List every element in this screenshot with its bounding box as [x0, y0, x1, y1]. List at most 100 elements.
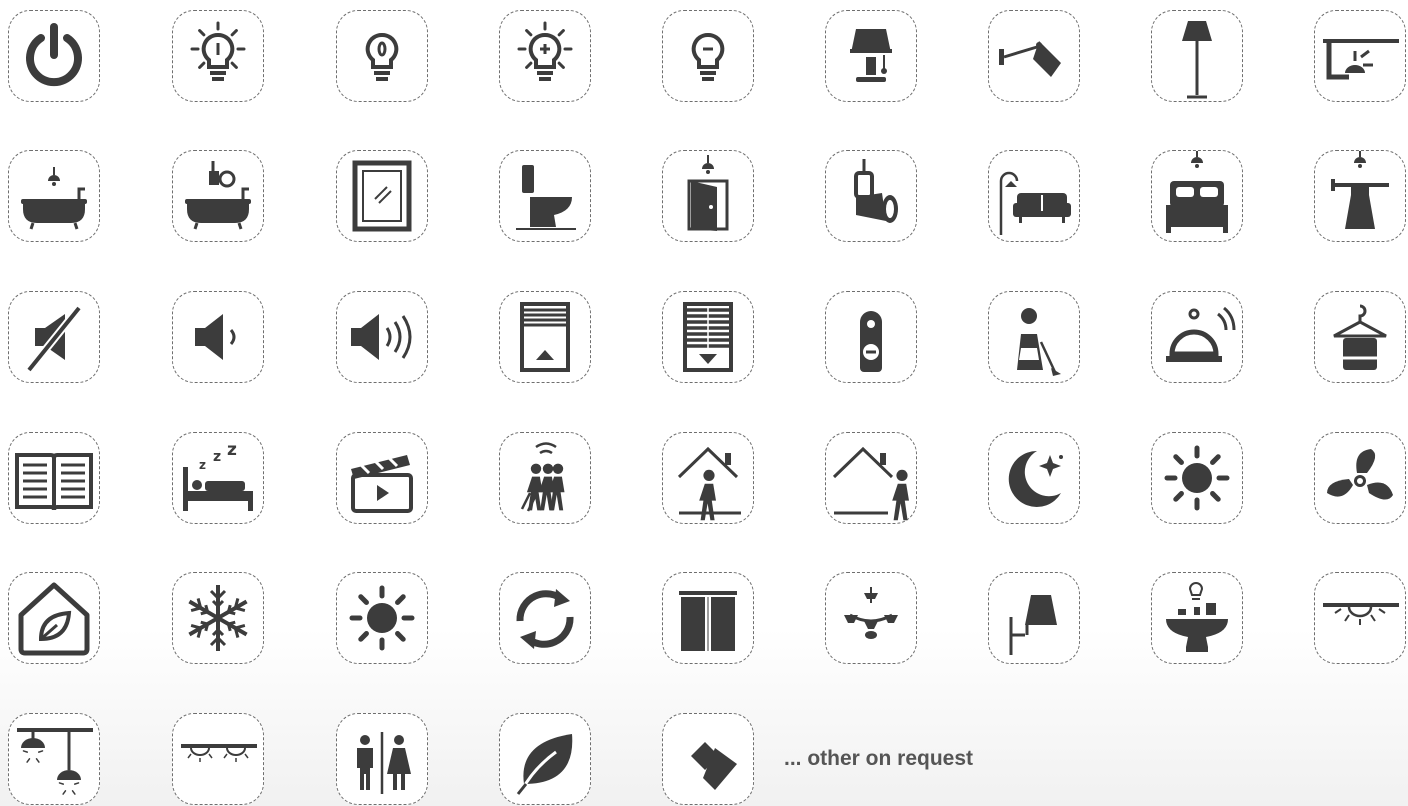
eco-home-tile[interactable] [8, 572, 100, 664]
refresh-tile[interactable] [499, 572, 591, 664]
day-mode-icon [1164, 445, 1230, 511]
brightness-up-icon [517, 21, 573, 81]
bedroom-bed-icon [1166, 151, 1228, 233]
mirror-icon [352, 160, 412, 232]
housekeeping-icon [1017, 308, 1061, 376]
wall-lamp-tile[interactable] [988, 572, 1080, 664]
door-light-tile[interactable] [662, 150, 754, 242]
wall-lamp-icon [1009, 595, 1057, 655]
curtains-tile[interactable] [662, 572, 754, 664]
service-bell-tile[interactable] [1151, 291, 1243, 383]
ceiling-light-icon [1323, 39, 1399, 80]
night-mode-icon [1008, 450, 1063, 507]
brightness-up-tile[interactable] [499, 10, 591, 102]
laundry-hanger-icon [1333, 304, 1387, 370]
spotlight-tile[interactable] [825, 150, 917, 242]
bathtub-pendant-tile[interactable] [8, 150, 100, 242]
wardrobe-hanger-light-icon [1331, 151, 1389, 229]
sleep-tile[interactable]: zzz [172, 432, 264, 524]
sun-tile[interactable] [336, 572, 428, 664]
bedroom-bed-tile[interactable] [1151, 150, 1243, 242]
volume-low-tile[interactable] [172, 291, 264, 383]
leaf-icon [516, 734, 573, 795]
power-icon [26, 23, 82, 87]
floor-lamp-icon [1182, 21, 1212, 99]
ceiling-downlight-icon [1323, 603, 1399, 625]
projector-icon [691, 742, 737, 790]
living-room-sofa-icon [999, 171, 1071, 235]
projector-tile[interactable] [662, 713, 754, 805]
do-not-disturb-tile[interactable] [825, 291, 917, 383]
service-bell-icon [1166, 306, 1236, 362]
mirror-tile[interactable] [336, 150, 428, 242]
movie-clapper-tile[interactable] [336, 432, 428, 524]
brightness-down-icon [691, 32, 725, 81]
track-lights-icon [181, 744, 257, 762]
night-mode-tile[interactable] [988, 432, 1080, 524]
snowflake-icon [188, 585, 248, 651]
svg-text:z: z [227, 440, 237, 460]
light-bulb-dimmer-icon [190, 21, 246, 81]
spotlight-icon [854, 159, 898, 223]
toilet-tile[interactable] [499, 150, 591, 242]
volume-high-tile[interactable] [336, 291, 428, 383]
chandelier-icon [844, 587, 898, 639]
power-tile[interactable] [8, 10, 100, 102]
open-book-icon [15, 453, 93, 511]
mute-icon [25, 305, 83, 373]
motion-sensor-tile[interactable] [499, 432, 591, 524]
fan-icon [1327, 449, 1393, 500]
sleep-icon: zzz [183, 440, 253, 511]
ceiling-light-tile[interactable] [1314, 10, 1406, 102]
leaf-tile[interactable] [499, 713, 591, 805]
sun-icon [349, 585, 415, 651]
wall-spotlight-tile[interactable] [988, 10, 1080, 102]
table-lamp-icon [850, 29, 892, 82]
dining-table-icon [1166, 582, 1228, 652]
curtains-icon [679, 591, 737, 651]
ceiling-downlight-tile[interactable] [1314, 572, 1406, 664]
housekeeping-tile[interactable] [988, 291, 1080, 383]
blinds-up-tile[interactable] [499, 291, 591, 383]
brightness-down-tile[interactable] [662, 10, 754, 102]
wall-spotlight-icon [999, 41, 1061, 77]
pendant-lights-tile[interactable] [8, 713, 100, 805]
do-not-disturb-icon [860, 311, 882, 372]
blinds-down-tile[interactable] [662, 291, 754, 383]
fan-tile[interactable] [1314, 432, 1406, 524]
snowflake-tile[interactable] [172, 572, 264, 664]
light-bulb-dimmer-tile[interactable] [172, 10, 264, 102]
at-home-tile[interactable] [662, 432, 754, 524]
bathtub-spotlight-tile[interactable] [172, 150, 264, 242]
wardrobe-hanger-light-tile[interactable] [1314, 150, 1406, 242]
blinds-up-icon [520, 302, 570, 372]
light-bulb-icon [365, 32, 399, 81]
refresh-icon [516, 589, 574, 649]
bathtub-spotlight-icon [185, 161, 251, 230]
mute-tile[interactable] [8, 291, 100, 383]
blinds-down-icon [683, 302, 733, 372]
open-book-tile[interactable] [8, 432, 100, 524]
at-home-icon [677, 446, 741, 521]
other-on-request-note: ... other on request [784, 747, 974, 770]
track-lights-tile[interactable] [172, 713, 264, 805]
restroom-icon [357, 732, 411, 794]
toilet-icon [516, 165, 576, 230]
pendant-lights-icon [17, 728, 93, 795]
light-bulb-tile[interactable] [336, 10, 428, 102]
day-mode-tile[interactable] [1151, 432, 1243, 524]
dining-table-tile[interactable] [1151, 572, 1243, 664]
floor-lamp-tile[interactable] [1151, 10, 1243, 102]
movie-clapper-icon [351, 455, 413, 513]
leave-home-tile[interactable] [825, 432, 917, 524]
chandelier-tile[interactable] [825, 572, 917, 664]
bathtub-pendant-icon [21, 167, 87, 230]
restroom-tile[interactable] [336, 713, 428, 805]
table-lamp-tile[interactable] [825, 10, 917, 102]
leave-home-icon [832, 446, 909, 521]
living-room-sofa-tile[interactable] [988, 150, 1080, 242]
eco-home-icon [18, 582, 90, 656]
door-light-icon [687, 155, 729, 231]
volume-high-icon [351, 314, 412, 360]
laundry-hanger-tile[interactable] [1314, 291, 1406, 383]
